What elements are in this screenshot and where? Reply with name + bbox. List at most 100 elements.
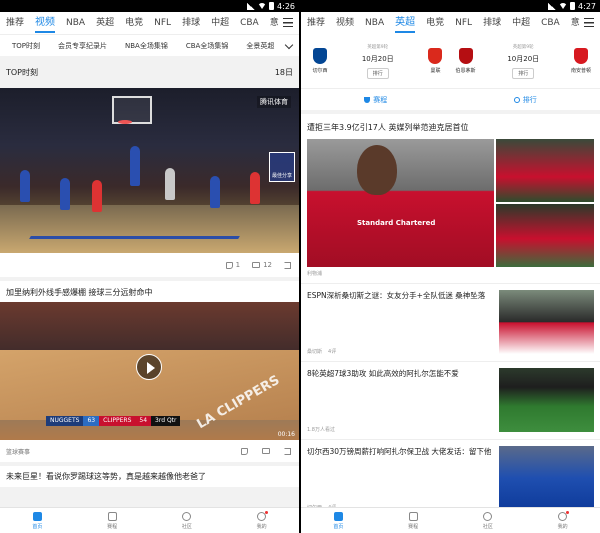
nav-home[interactable]: 首页 bbox=[32, 511, 42, 530]
signal-icon bbox=[247, 2, 256, 10]
news-thumbnail[interactable] bbox=[499, 368, 594, 432]
channel-tabs: 推荐 视频 NBA 英超 电竞 NFL 排球 中超 CBA 意 bbox=[301, 12, 600, 34]
featured-news-title[interactable]: 遭拒三年3.9亿引17人 英媒列举范迪克居首位 bbox=[301, 114, 600, 139]
news-source: 桑切斯 bbox=[307, 349, 323, 355]
share-button[interactable] bbox=[284, 261, 291, 269]
tab-nfl[interactable]: NFL bbox=[455, 12, 472, 34]
nav-me[interactable]: 我的 bbox=[557, 510, 570, 530]
share-icon[interactable] bbox=[284, 447, 291, 455]
chip-cba-highlights[interactable]: CBA全场集锦 bbox=[179, 37, 235, 54]
section-date[interactable]: 18日 bbox=[275, 67, 293, 78]
share-icon bbox=[284, 261, 291, 269]
menu-icon[interactable] bbox=[283, 18, 293, 27]
side-photo bbox=[495, 139, 594, 202]
status-time: 4:27 bbox=[578, 1, 596, 11]
news-thumbnail[interactable] bbox=[499, 290, 594, 354]
team-name: 切尔西 bbox=[312, 68, 328, 74]
news-thumbnail[interactable] bbox=[499, 446, 594, 510]
video-thumbnail[interactable]: LA CLIPPERS NUGGETS 63 CLIPPERS 54 3rd Q… bbox=[0, 302, 299, 440]
tab-premier-league[interactable]: 英超 bbox=[395, 12, 416, 34]
featured-main-photo: Standard Chartered bbox=[307, 139, 494, 267]
chip-top-moments[interactable]: TOP时刻 bbox=[6, 37, 47, 54]
menu-icon[interactable] bbox=[584, 18, 594, 27]
tab-serie-a[interactable]: 意 bbox=[270, 12, 279, 34]
tab-video[interactable]: 视频 bbox=[336, 12, 354, 34]
match-card[interactable]: 切尔西 英超第9轮 10月20日 排行 曼联 bbox=[305, 44, 451, 79]
southampton-crest-icon bbox=[573, 48, 588, 64]
tab-csl[interactable]: 中超 bbox=[211, 12, 229, 34]
ranking-link[interactable]: 排行 bbox=[451, 89, 600, 110]
trophy-icon bbox=[107, 511, 117, 521]
tab-cba[interactable]: CBA bbox=[541, 12, 560, 34]
away-score: 63 bbox=[83, 416, 100, 426]
match-ranking-button[interactable]: 排行 bbox=[366, 67, 389, 79]
nav-community[interactable]: 社区 bbox=[182, 511, 192, 530]
tab-tuijian[interactable]: 推荐 bbox=[6, 12, 24, 34]
tab-esports[interactable]: 电竞 bbox=[426, 12, 444, 34]
league-round: 英超第9轮 bbox=[512, 44, 534, 50]
bournemouth-crest-icon bbox=[458, 48, 473, 64]
away-team: 曼联 bbox=[422, 48, 448, 74]
jersey-sponsor: Standard Chartered bbox=[357, 219, 436, 227]
video-title[interactable]: 加里纳利外线手感爆棚 接球三分远射命中 bbox=[0, 281, 299, 302]
news-title[interactable]: ESPN深析桑切斯之谜：女友分手+全队低迷 桑神坠落 bbox=[307, 290, 493, 301]
video-player-top-moment[interactable]: 腾讯体育 最佳分享 bbox=[0, 88, 299, 253]
tab-tuijian[interactable]: 推荐 bbox=[307, 12, 325, 34]
chip-nba-highlights[interactable]: NBA全场集锦 bbox=[119, 37, 174, 54]
video-duration: 00:16 bbox=[277, 431, 295, 438]
featured-news-images[interactable]: Standard Chartered bbox=[307, 139, 594, 267]
nav-label: 我的 bbox=[557, 523, 568, 530]
tab-nba[interactable]: NBA bbox=[365, 12, 384, 34]
scoreboard: NUGGETS 63 CLIPPERS 54 3rd Qtr bbox=[46, 416, 181, 426]
tab-cba[interactable]: CBA bbox=[240, 12, 259, 34]
status-time: 4:26 bbox=[277, 1, 295, 11]
tab-nfl[interactable]: NFL bbox=[154, 12, 171, 34]
nav-community[interactable]: 社区 bbox=[483, 511, 493, 530]
away-team: 南安普顿 bbox=[568, 48, 594, 74]
match-strip: 切尔西 英超第9轮 10月20日 排行 曼联 伯恩茅斯 英超第9轮 10月20日… bbox=[301, 34, 600, 88]
chevron-down-icon[interactable] bbox=[284, 40, 294, 50]
tab-nba[interactable]: NBA bbox=[66, 12, 85, 34]
video-title[interactable]: 未来巨星！看说你罗踢球这等势，真是越来越像他老爸了 bbox=[0, 466, 299, 487]
news-title[interactable]: 切尔西30万镑周薪打响阿扎尔保卫战 大佬发话：留下他 bbox=[307, 446, 493, 457]
match-date: 10月20日 bbox=[507, 54, 540, 63]
chip-epl-panorama[interactable]: 全景英超 bbox=[240, 37, 281, 54]
comment-icon bbox=[252, 262, 261, 268]
nav-schedule[interactable]: 赛程 bbox=[107, 511, 117, 530]
tab-volleyball[interactable]: 排球 bbox=[483, 12, 501, 34]
schedule-link[interactable]: 赛程 bbox=[301, 89, 451, 110]
news-item[interactable]: 8轮英超7球3助攻 如此高效的阿扎尔怎能不爱 1.8万人看过 bbox=[301, 361, 600, 439]
like-button[interactable]: 1 bbox=[225, 261, 240, 269]
tab-esports[interactable]: 电竞 bbox=[125, 12, 143, 34]
tab-premier-league[interactable]: 英超 bbox=[96, 12, 114, 34]
share-thumbnail[interactable]: 最佳分享 bbox=[269, 152, 295, 182]
news-title[interactable]: 8轮英超7球3助攻 如此高效的阿扎尔怎能不爱 bbox=[307, 368, 493, 379]
video-card[interactable]: 未来巨星！看说你罗踢球这等势，真是越来越像他老爸了 bbox=[0, 466, 299, 487]
nav-home[interactable]: 首页 bbox=[333, 511, 343, 530]
player-head bbox=[357, 145, 397, 195]
chip-member-docs[interactable]: 会员专享纪录片 bbox=[52, 37, 114, 54]
channel-tabs: 推荐 视频 NBA 英超 电竞 NFL 排球 中超 CBA 意 bbox=[0, 12, 299, 34]
comment-button[interactable]: 12 bbox=[252, 261, 272, 269]
thumbs-up-icon bbox=[225, 261, 233, 269]
hoop bbox=[118, 120, 132, 124]
nav-me[interactable]: 我的 bbox=[256, 510, 269, 530]
nav-label: 我的 bbox=[256, 523, 267, 530]
tab-csl[interactable]: 中超 bbox=[512, 12, 530, 34]
nav-schedule[interactable]: 赛程 bbox=[408, 511, 418, 530]
tab-serie-a[interactable]: 意 bbox=[571, 12, 580, 34]
phone-premier-league-tab: 4:27 推荐 视频 NBA 英超 电竞 NFL 排球 中超 CBA 意 切尔西… bbox=[301, 0, 600, 533]
thumbs-up-icon[interactable] bbox=[241, 447, 248, 455]
news-item[interactable]: ESPN深析桑切斯之谜：女友分手+全队低迷 桑神坠落 桑切斯 4评 bbox=[301, 283, 600, 361]
player-figure bbox=[250, 172, 260, 204]
tab-video[interactable]: 视频 bbox=[35, 12, 56, 34]
phone-video-tab: 4:26 推荐 视频 NBA 英超 电竞 NFL 排球 中超 CBA 意 TOP… bbox=[0, 0, 299, 533]
video-card[interactable]: 加里纳利外线手感爆棚 接球三分远射命中 LA CLIPPERS NUGGETS … bbox=[0, 281, 299, 462]
comment-icon[interactable] bbox=[262, 447, 270, 454]
match-ranking-button[interactable]: 排行 bbox=[512, 67, 535, 79]
tab-volleyball[interactable]: 排球 bbox=[182, 12, 200, 34]
match-card[interactable]: 伯恩茅斯 英超第9轮 10月20日 排行 南安普顿 bbox=[451, 44, 597, 79]
featured-news[interactable]: 遭拒三年3.9亿引17人 英媒列举范迪克居首位 Standard Charter… bbox=[301, 114, 600, 283]
play-button[interactable] bbox=[136, 354, 162, 380]
news-item[interactable]: 切尔西30万镑周薪打响阿扎尔保卫战 大佬发话：留下他 切尔西4评 bbox=[301, 439, 600, 517]
